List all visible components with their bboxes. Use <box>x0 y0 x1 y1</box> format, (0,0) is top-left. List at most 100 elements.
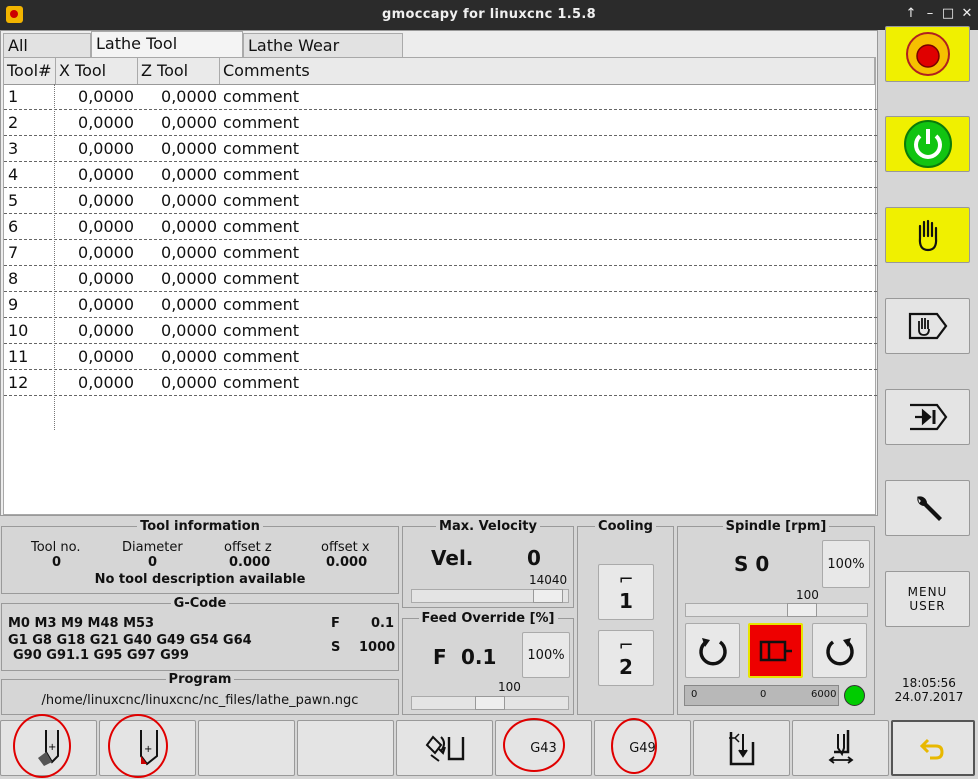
manual-mode-button[interactable] <box>885 207 970 263</box>
comment-cell[interactable]: comment <box>223 110 299 135</box>
comment-cell[interactable]: comment <box>223 344 299 369</box>
comment-cell[interactable]: comment <box>223 188 299 213</box>
minimize-icon[interactable]: – <box>921 6 939 21</box>
comment-cell[interactable]: comment <box>223 370 299 395</box>
z-tool-cell[interactable]: 0,0000 <box>141 240 217 265</box>
x-tool-cell[interactable]: 0,0000 <box>59 110 134 135</box>
back-button[interactable] <box>891 720 975 776</box>
comment-cell[interactable]: comment <box>223 318 299 343</box>
max-velocity-slider-handle[interactable] <box>533 589 563 603</box>
comment-cell[interactable]: comment <box>223 214 299 239</box>
tool-z-measure-button[interactable] <box>792 720 889 776</box>
machine-power-button[interactable] <box>885 116 970 172</box>
x-tool-cell[interactable]: 0,0000 <box>59 240 134 265</box>
feed-override-slider-handle[interactable] <box>475 696 505 710</box>
auto-mode-button[interactable] <box>885 389 970 445</box>
mist-coolant-button[interactable]: ⌐ 2 <box>598 630 654 686</box>
menu-user-button[interactable]: MENU USER <box>885 571 970 627</box>
x-tool-cell[interactable]: 0,0000 <box>59 162 134 187</box>
z-tool-cell[interactable]: 0,0000 <box>141 188 217 213</box>
feed-override-slider[interactable] <box>411 696 569 710</box>
x-tool-cell[interactable]: 0,0000 <box>59 188 134 213</box>
maximize-icon[interactable]: □ <box>939 6 957 21</box>
feed-override-reset-button[interactable]: 100% <box>522 632 570 678</box>
tool-number-cell[interactable]: 10 <box>8 318 28 343</box>
table-row[interactable]: 5 0,0000 0,0000 comment <box>4 188 877 214</box>
spindle-stop-button[interactable] <box>748 623 803 678</box>
close-icon[interactable]: ✕ <box>958 6 976 21</box>
z-tool-cell[interactable]: 0,0000 <box>141 84 217 109</box>
tool-number-cell[interactable]: 7 <box>8 240 18 265</box>
comment-cell[interactable]: comment <box>223 266 299 291</box>
column-header-z-tool[interactable]: Z Tool <box>138 58 220 84</box>
x-tool-cell[interactable]: 0,0000 <box>59 136 134 161</box>
z-tool-cell[interactable]: 0,0000 <box>141 292 217 317</box>
keep-above-icon[interactable]: ↑ <box>902 6 920 21</box>
x-tool-cell[interactable]: 0,0000 <box>59 344 134 369</box>
spindle-cw-button[interactable] <box>812 623 867 678</box>
table-row[interactable]: 8 0,0000 0,0000 comment <box>4 266 877 292</box>
column-header-tool[interactable]: Tool# <box>4 58 56 84</box>
column-header-comments[interactable]: Comments <box>220 58 875 84</box>
tab-all-offsets[interactable]: All Offsets <box>3 33 91 79</box>
z-tool-cell[interactable]: 0,0000 <box>141 110 217 135</box>
z-tool-cell[interactable]: 0,0000 <box>141 136 217 161</box>
estop-button[interactable] <box>885 26 970 82</box>
z-tool-cell[interactable]: 0,0000 <box>141 344 217 369</box>
x-tool-cell[interactable]: 0,0000 <box>59 370 134 395</box>
tool-number-cell[interactable]: 8 <box>8 266 18 291</box>
table-row[interactable]: 7 0,0000 0,0000 comment <box>4 240 877 266</box>
tool-number-cell[interactable]: 2 <box>8 110 18 135</box>
z-tool-cell[interactable]: 0,0000 <box>141 162 217 187</box>
z-tool-cell[interactable]: 0,0000 <box>141 318 217 343</box>
comment-cell[interactable]: comment <box>223 162 299 187</box>
column-header-x-tool[interactable]: X Tool <box>56 58 138 84</box>
max-velocity-slider[interactable] <box>411 589 569 603</box>
table-row[interactable]: 4 0,0000 0,0000 comment <box>4 162 877 188</box>
blank-button-1[interactable] <box>198 720 295 776</box>
settings-button[interactable] <box>885 480 970 536</box>
z-tool-cell[interactable]: 0,0000 <box>141 214 217 239</box>
x-tool-cell[interactable]: 0,0000 <box>59 214 134 239</box>
flood-coolant-button[interactable]: ⌐ 1 <box>598 564 654 620</box>
table-row[interactable]: 10 0,0000 0,0000 comment <box>4 318 877 344</box>
tool-number-cell[interactable]: 6 <box>8 214 18 239</box>
table-row[interactable]: 3 0,0000 0,0000 comment <box>4 136 877 162</box>
spindle-override-slider[interactable] <box>685 603 868 617</box>
tool-number-cell[interactable]: 11 <box>8 344 28 369</box>
table-row[interactable]: 2 0,0000 0,0000 comment <box>4 110 877 136</box>
tool-number-cell[interactable]: 9 <box>8 292 18 317</box>
g49-button[interactable]: G49 <box>594 720 691 776</box>
g43-button[interactable]: G43 <box>495 720 592 776</box>
tool-x-measure-button[interactable] <box>693 720 790 776</box>
table-row[interactable]: 11 0,0000 0,0000 comment <box>4 344 877 370</box>
touch-off-x-tool-button[interactable]: + <box>0 720 97 776</box>
comment-cell[interactable]: comment <box>223 136 299 161</box>
tool-number-cell[interactable]: 4 <box>8 162 18 187</box>
mdi-mode-button[interactable] <box>885 298 970 354</box>
touch-off-z-tool-button[interactable]: + <box>99 720 196 776</box>
spindle-override-reset-button[interactable]: 100% <box>822 540 870 588</box>
comment-cell[interactable]: comment <box>223 292 299 317</box>
spindle-ccw-button[interactable] <box>685 623 740 678</box>
tool-number-cell[interactable]: 12 <box>8 370 28 395</box>
x-tool-cell[interactable]: 0,0000 <box>59 84 134 109</box>
comment-cell[interactable]: comment <box>223 84 299 109</box>
x-tool-cell[interactable]: 0,0000 <box>59 266 134 291</box>
tool-number-cell[interactable]: 3 <box>8 136 18 161</box>
tab-lathe-wear-offsets[interactable]: Lathe Wear Offsets <box>243 33 403 79</box>
tool-change-button[interactable] <box>396 720 493 776</box>
z-tool-cell[interactable]: 0,0000 <box>141 370 217 395</box>
table-row[interactable]: 6 0,0000 0,0000 comment <box>4 214 877 240</box>
tool-number-cell[interactable]: 5 <box>8 188 18 213</box>
tool-number-cell[interactable]: 1 <box>8 84 18 109</box>
x-tool-cell[interactable]: 0,0000 <box>59 318 134 343</box>
spindle-override-slider-handle[interactable] <box>787 603 817 617</box>
table-row[interactable]: 9 0,0000 0,0000 comment <box>4 292 877 318</box>
comment-cell[interactable]: comment <box>223 240 299 265</box>
z-tool-cell[interactable]: 0,0000 <box>141 266 217 291</box>
tab-lathe-tool-offsets[interactable]: Lathe Tool Offsets <box>91 31 243 77</box>
table-row[interactable]: 12 0,0000 0,0000 comment <box>4 370 877 396</box>
x-tool-cell[interactable]: 0,0000 <box>59 292 134 317</box>
table-row[interactable]: 1 0,0000 0,0000 comment <box>4 84 877 110</box>
